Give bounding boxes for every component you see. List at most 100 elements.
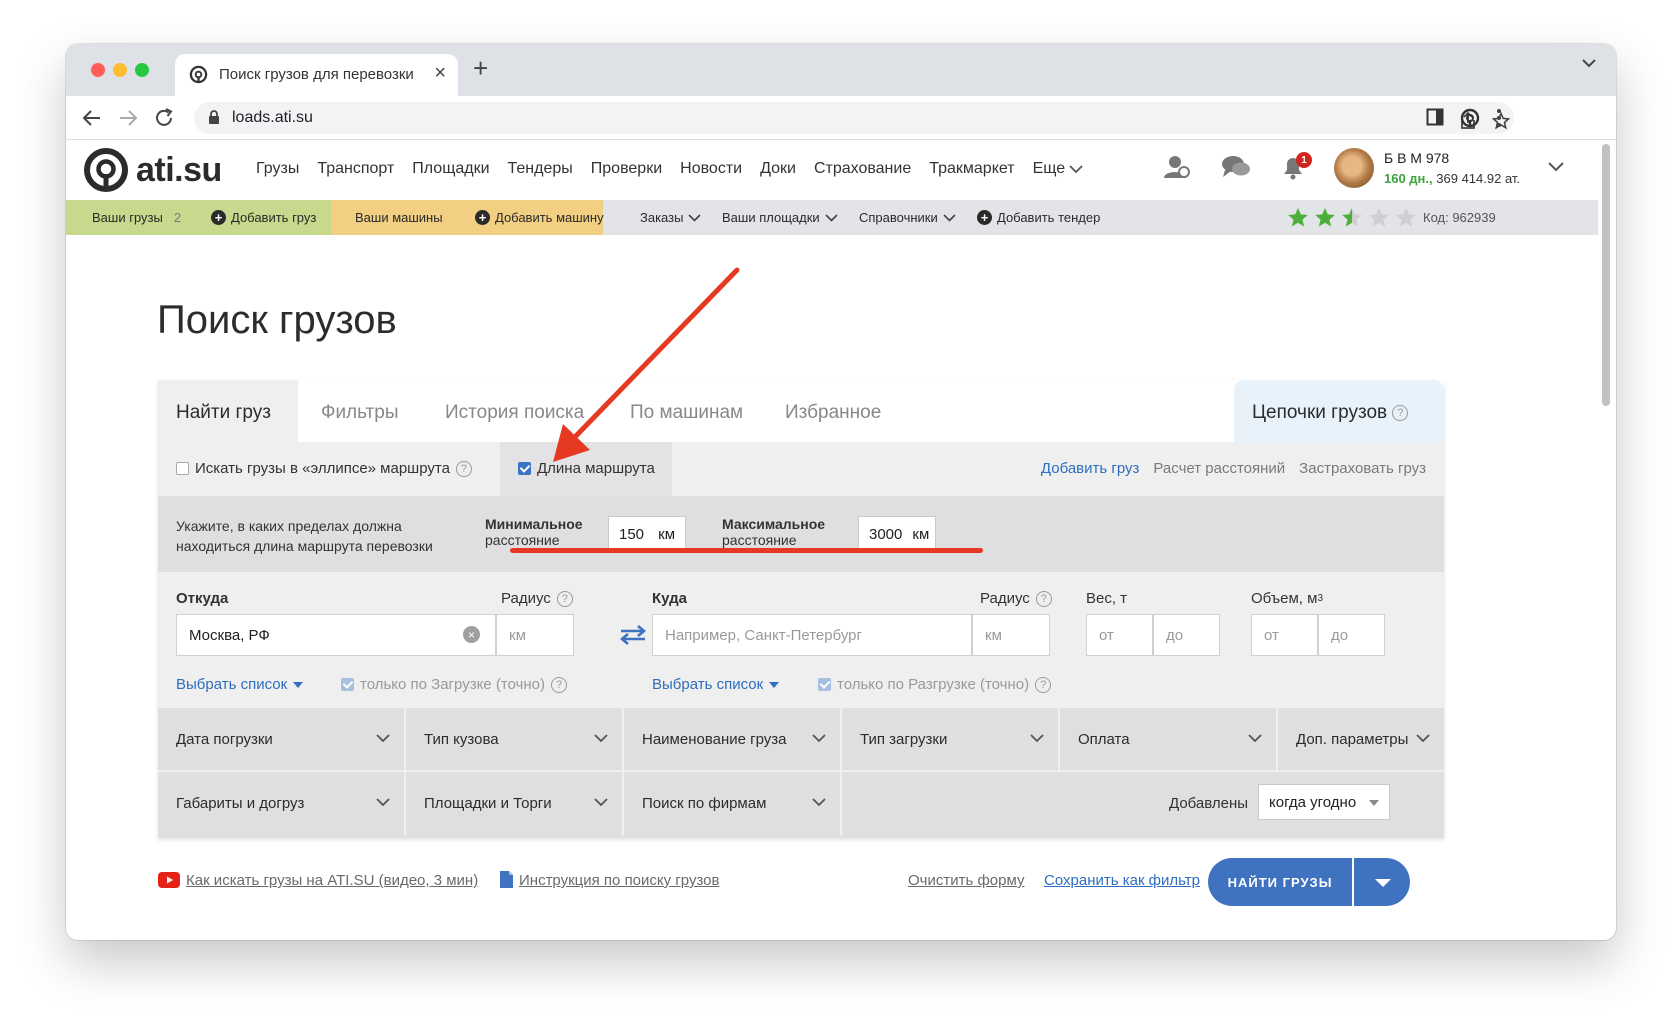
maximize-window-button[interactable] xyxy=(135,63,149,77)
your-trucks-link[interactable]: Ваши машины xyxy=(355,210,443,225)
close-tab-icon[interactable]: × xyxy=(434,62,446,85)
help-icon[interactable]: ? xyxy=(455,460,472,477)
user-menu-chevron-icon[interactable] xyxy=(1548,162,1564,172)
help-icon[interactable]: ? xyxy=(556,590,573,607)
filter-extra-params[interactable]: Доп. параметры xyxy=(1278,708,1444,772)
load-search-form: Найти груз Фильтры История поиска По маш… xyxy=(158,380,1444,838)
tab-find-load[interactable]: Найти груз xyxy=(158,380,298,442)
filter-dimensions[interactable]: Габариты и догруз xyxy=(158,772,406,836)
add-load-link[interactable]: + Добавить груз xyxy=(211,210,316,225)
video-guide-link[interactable]: Как искать грузы на ATI.SU (видео, 3 мин… xyxy=(186,872,478,889)
to-radius-input[interactable]: км xyxy=(972,614,1050,656)
from-radius-input[interactable]: км xyxy=(496,614,574,656)
filter-firms[interactable]: Поиск по фирмам xyxy=(624,772,842,836)
extension-icon[interactable] xyxy=(1460,108,1480,128)
user-name[interactable]: Б В М 978 xyxy=(1384,150,1449,166)
tab-load-chains[interactable]: Цепочки грузов ? xyxy=(1234,380,1444,442)
menu-item-platforms[interactable]: Площадки xyxy=(412,160,489,178)
ellipse-option[interactable]: Искать грузы в «эллипсе» маршрута ? xyxy=(176,460,472,477)
from-select-list[interactable]: Выбрать список xyxy=(176,676,304,693)
orders-dropdown[interactable]: Заказы xyxy=(640,210,702,225)
from-input[interactable]: Москва, РФ xyxy=(176,614,496,656)
to-label: Куда xyxy=(652,590,687,607)
ellipse-checkbox[interactable] xyxy=(176,462,189,475)
to-select-list[interactable]: Выбрать список xyxy=(652,676,780,693)
menu-item-transport[interactable]: Транспорт xyxy=(317,160,394,178)
kebab-menu-icon[interactable] xyxy=(1496,108,1502,128)
filter-payment[interactable]: Оплата xyxy=(1060,708,1278,772)
side-panel-icon[interactable] xyxy=(1426,108,1444,126)
filter-platforms-trades[interactable]: Площадки и Торги xyxy=(406,772,624,836)
volume-from-input[interactable]: от xyxy=(1251,614,1318,656)
filter-cargo-name[interactable]: Наименование груза xyxy=(624,708,842,772)
only-loading-option[interactable]: только по Загрузке (точно) ? xyxy=(341,676,567,693)
only-loading-checkbox[interactable] xyxy=(341,678,354,691)
reload-icon[interactable] xyxy=(152,106,176,130)
volume-to-input[interactable]: до xyxy=(1318,614,1385,656)
find-loads-button[interactable]: НАЙТИ ГРУЗЫ xyxy=(1208,858,1352,906)
filter-loading-type[interactable]: Тип загрузки xyxy=(842,708,1060,772)
avatar[interactable] xyxy=(1334,148,1374,188)
add-truck-link[interactable]: + Добавить машину xyxy=(475,210,604,225)
menu-item-insurance[interactable]: Страхование xyxy=(814,160,911,178)
only-unloading-option[interactable]: только по Разгрузке (точно) ? xyxy=(818,676,1052,693)
rating-stars[interactable] xyxy=(1287,207,1417,228)
your-platforms-dropdown[interactable]: Ваши площадки xyxy=(722,210,838,225)
menu-item-news[interactable]: Новости xyxy=(680,160,742,178)
filter-body-type[interactable]: Тип кузова xyxy=(406,708,624,772)
menu-item-more[interactable]: Еще xyxy=(1033,160,1084,178)
clear-input-icon[interactable]: × xyxy=(463,626,480,643)
only-unloading-checkbox[interactable] xyxy=(818,678,831,691)
find-loads-dropdown-button[interactable] xyxy=(1354,858,1410,906)
weight-from-input[interactable]: от xyxy=(1086,614,1153,656)
tab-search-history[interactable]: История поиска xyxy=(445,402,584,424)
help-icon[interactable]: ? xyxy=(1035,676,1052,693)
new-tab-icon[interactable]: + xyxy=(473,53,488,84)
weight-to-input[interactable]: до xyxy=(1153,614,1220,656)
to-input[interactable]: Например, Санкт-Петербург xyxy=(652,614,972,656)
menu-item-checks[interactable]: Проверки xyxy=(591,160,662,178)
add-load-link[interactable]: Добавить груз xyxy=(1041,460,1139,477)
menu-item-tenders[interactable]: Тендеры xyxy=(508,160,573,178)
page-scrollbar[interactable] xyxy=(1602,144,1610,406)
help-icon[interactable]: ? xyxy=(1035,590,1052,607)
min-distance-input[interactable]: 150 км xyxy=(608,516,686,552)
forward-arrow-icon[interactable] xyxy=(116,106,140,130)
browser-tab[interactable]: Поиск грузов для перевозки × xyxy=(175,54,458,96)
swap-direction-icon[interactable] xyxy=(618,624,648,646)
ellipse-option-label: Искать грузы в «эллипсе» маршрута xyxy=(195,460,450,477)
distance-calc-link[interactable]: Расчет расстояний xyxy=(1153,460,1285,477)
save-filter-link[interactable]: Сохранить как фильтр xyxy=(1044,872,1200,889)
search-guide-link[interactable]: Инструкция по поиску грузов xyxy=(519,872,719,889)
close-window-button[interactable] xyxy=(91,63,105,77)
minimize-window-button[interactable] xyxy=(113,63,127,77)
help-icon[interactable]: ? xyxy=(1392,404,1409,421)
route-length-checkbox[interactable] xyxy=(518,462,531,475)
chat-icon[interactable] xyxy=(1220,152,1252,182)
filter-dropdowns: Дата погрузки Тип кузова Наименование гр… xyxy=(158,708,1444,838)
clear-form-link[interactable]: Очистить форму xyxy=(908,872,1024,889)
menu-item-docs[interactable]: Доки xyxy=(760,160,796,178)
profile-search-icon[interactable] xyxy=(1162,152,1192,182)
volume-label-text: Объем, м xyxy=(1251,590,1318,607)
tab-search-chevron-icon[interactable] xyxy=(1582,58,1596,68)
add-tender-link[interactable]: + Добавить тендер xyxy=(977,210,1100,225)
back-arrow-icon[interactable] xyxy=(80,106,104,130)
ati-logo[interactable]: ati.su xyxy=(82,146,222,194)
menu-item-truckmarket[interactable]: Тракмаркет xyxy=(929,160,1014,178)
route-length-option[interactable]: Длина маршрута xyxy=(518,460,655,477)
filter-dimensions-label: Габариты и догруз xyxy=(176,795,305,812)
chevron-down-icon xyxy=(1416,734,1430,743)
references-dropdown[interactable]: Справочники xyxy=(859,210,956,225)
help-icon[interactable]: ? xyxy=(550,676,567,693)
tab-by-trucks[interactable]: По машинам xyxy=(630,402,743,424)
insure-load-link[interactable]: Застраховать груз xyxy=(1299,460,1426,477)
your-loads-link[interactable]: Ваши грузы 2 xyxy=(92,210,181,225)
filter-loading-date[interactable]: Дата погрузки xyxy=(158,708,406,772)
address-bar[interactable]: loads.ati.su xyxy=(194,102,1514,134)
tab-filters[interactable]: Фильтры xyxy=(321,402,398,424)
menu-item-loads[interactable]: Грузы xyxy=(256,160,299,178)
tab-favorites[interactable]: Избранное xyxy=(785,402,881,424)
added-select[interactable]: когда угодно xyxy=(1258,784,1390,820)
max-distance-input[interactable]: 3000 км xyxy=(858,516,936,552)
